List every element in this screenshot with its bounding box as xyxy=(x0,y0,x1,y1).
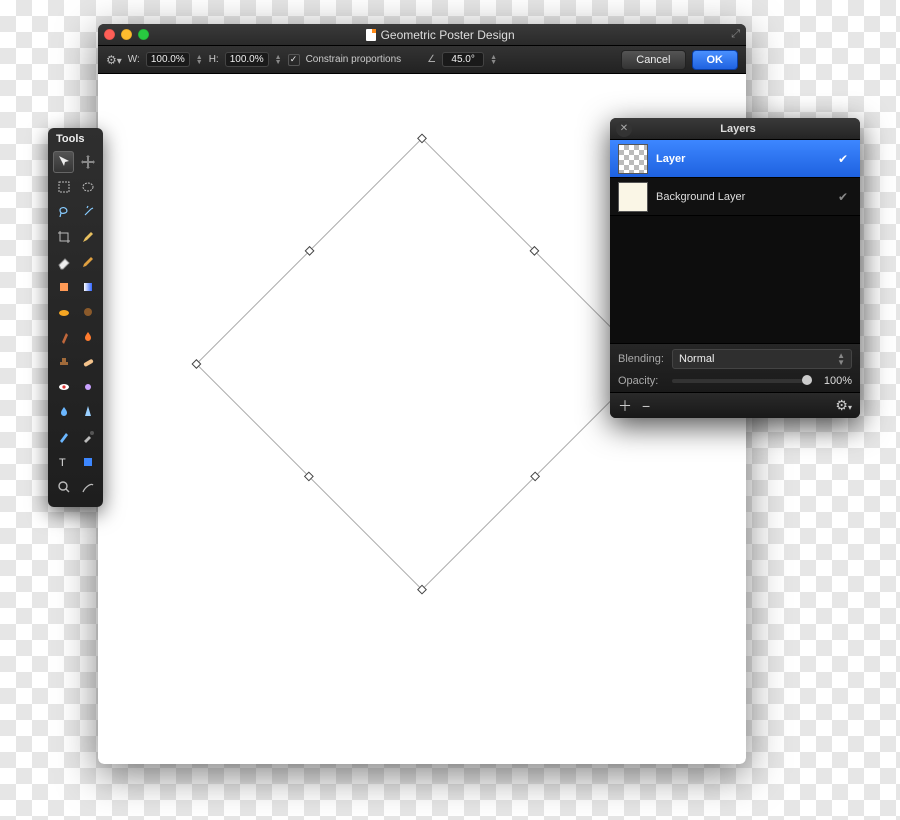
width-stepper[interactable]: ▲▼ xyxy=(196,55,203,65)
blending-value: Normal xyxy=(679,353,714,365)
sponge-tool[interactable] xyxy=(77,301,98,323)
pen-tool[interactable] xyxy=(53,426,74,448)
handle-nw[interactable] xyxy=(417,133,427,143)
remove-layer-icon[interactable]: − xyxy=(642,398,650,414)
layer-thumbnail xyxy=(618,182,648,212)
height-field[interactable]: 100.0% xyxy=(225,52,269,67)
svg-text:T: T xyxy=(59,457,66,469)
layers-panel[interactable]: ✕ Layers Layer ✔ Background Layer ✔ Blen… xyxy=(610,118,860,418)
sharpen-tool[interactable] xyxy=(77,401,98,423)
blur-tool[interactable] xyxy=(53,401,74,423)
burn-tool[interactable] xyxy=(77,326,98,348)
blending-label: Blending: xyxy=(618,353,666,365)
pencil-tool[interactable] xyxy=(77,251,98,273)
stamp-tool[interactable] xyxy=(53,351,74,373)
hand-tool[interactable] xyxy=(77,476,98,498)
fullscreen-icon[interactable]: ⤢ xyxy=(731,28,740,41)
transform-toolbar: ⚙▾ W: 100.0% ▲▼ H: 100.0% ▲▼ ✓ Constrain… xyxy=(98,46,746,74)
visibility-checkbox[interactable]: ✔ xyxy=(838,190,852,204)
paintbrush-tool[interactable] xyxy=(77,226,98,248)
close-panel-icon[interactable]: ✕ xyxy=(616,121,632,137)
window-title-area: Geometric Poster Design xyxy=(155,28,725,42)
handle-s[interactable] xyxy=(304,471,314,481)
angle-stepper[interactable]: ▲▼ xyxy=(490,55,497,65)
cancel-button[interactable]: Cancel xyxy=(621,50,685,70)
titlebar[interactable]: Geometric Poster Design ⤢ xyxy=(98,24,746,46)
layers-footer: ＋ − ⚙▾ xyxy=(610,392,860,418)
handle-se[interactable] xyxy=(417,584,427,594)
move-tool[interactable] xyxy=(53,151,74,173)
opacity-label: Opacity: xyxy=(618,375,666,387)
eyedropper-tool[interactable] xyxy=(77,426,98,448)
visibility-checkbox[interactable]: ✔ xyxy=(838,152,852,166)
text-tool[interactable]: T xyxy=(53,451,74,473)
height-stepper[interactable]: ▲▼ xyxy=(275,55,282,65)
handle-n[interactable] xyxy=(529,246,539,256)
tools-panel-title: Tools xyxy=(48,128,103,148)
red-eye-tool[interactable] xyxy=(53,376,74,398)
layer-row[interactable]: Background Layer ✔ xyxy=(610,178,860,216)
lasso-tool[interactable] xyxy=(53,201,74,223)
dodge-tool[interactable] xyxy=(77,376,98,398)
traffic-lights xyxy=(104,29,149,40)
blending-select[interactable]: Normal ▲▼ xyxy=(672,349,852,369)
zoom-window-button[interactable] xyxy=(138,29,149,40)
smudge-tool[interactable] xyxy=(53,301,74,323)
handle-e[interactable] xyxy=(530,471,540,481)
layer-name[interactable]: Layer xyxy=(656,153,830,165)
constrain-checkbox[interactable]: ✓ xyxy=(288,54,300,66)
layer-row[interactable]: Layer ✔ xyxy=(610,140,860,178)
tools-panel[interactable]: Tools T xyxy=(48,128,103,507)
height-label: H: xyxy=(209,54,219,65)
crop-tool[interactable] xyxy=(53,226,74,248)
opacity-value: 100% xyxy=(818,375,852,387)
width-label: W: xyxy=(128,54,140,65)
document-icon xyxy=(366,29,376,41)
layer-name[interactable]: Background Layer xyxy=(656,191,830,203)
eraser-tool[interactable] xyxy=(53,251,74,273)
constrain-label: Constrain proportions xyxy=(306,54,402,65)
clone-tool[interactable] xyxy=(53,326,74,348)
shape-tool[interactable] xyxy=(77,451,98,473)
add-layer-icon[interactable]: ＋ xyxy=(618,396,632,416)
layer-thumbnail xyxy=(618,144,648,174)
marquee-tool[interactable] xyxy=(53,176,74,198)
layers-panel-title: Layers xyxy=(638,123,838,135)
handle-sw[interactable] xyxy=(191,359,201,369)
ok-button[interactable]: OK xyxy=(692,50,739,70)
angle-field[interactable]: 45.0° xyxy=(442,52,484,67)
transform-tool[interactable] xyxy=(77,151,98,173)
chevron-updown-icon: ▲▼ xyxy=(837,352,845,366)
magic-wand-tool[interactable] xyxy=(77,201,98,223)
selection-bounding-box[interactable] xyxy=(196,138,649,591)
layers-controls: Blending: Normal ▲▼ Opacity: 100% xyxy=(610,343,860,392)
fill-tool[interactable] xyxy=(53,276,74,298)
close-window-button[interactable] xyxy=(104,29,115,40)
angle-icon: ∠ xyxy=(427,54,436,65)
ellipse-select-tool[interactable] xyxy=(77,176,98,198)
width-field[interactable]: 100.0% xyxy=(146,52,190,67)
opacity-slider[interactable] xyxy=(672,379,812,383)
opacity-slider-thumb[interactable] xyxy=(802,375,812,385)
layer-options-gear-icon[interactable]: ⚙▾ xyxy=(835,397,852,414)
gear-icon[interactable]: ⚙▾ xyxy=(106,53,122,67)
minimize-window-button[interactable] xyxy=(121,29,132,40)
layers-panel-header[interactable]: ✕ Layers xyxy=(610,118,860,140)
layers-list-empty-area[interactable] xyxy=(610,216,860,343)
heal-tool[interactable] xyxy=(77,351,98,373)
handle-w[interactable] xyxy=(305,246,315,256)
gradient-tool[interactable] xyxy=(77,276,98,298)
zoom-tool[interactable] xyxy=(53,476,74,498)
window-title: Geometric Poster Design xyxy=(381,28,515,42)
